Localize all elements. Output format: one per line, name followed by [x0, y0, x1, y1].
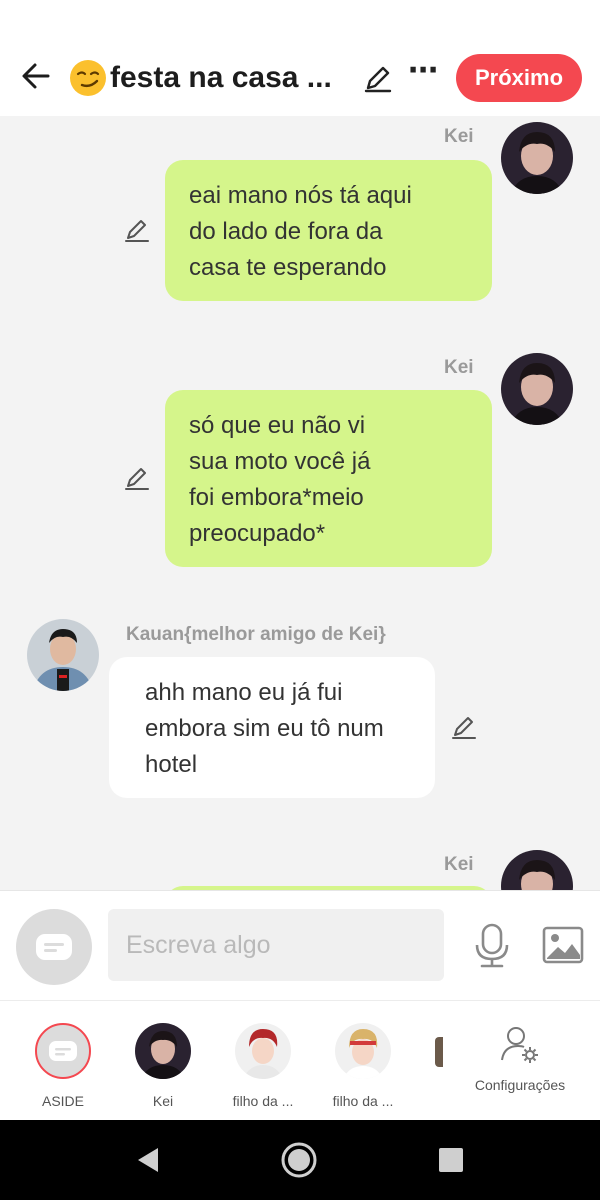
chat-title-text: festa na casa ...	[110, 61, 332, 94]
avatar	[135, 1023, 191, 1079]
message-bubble[interactable]: ahh mano eu já fui embora sim eu tô num …	[109, 657, 435, 798]
message-line: preocupado*	[189, 520, 326, 547]
chat-screen: festa na casa ... ⋯ Próximo Kei eai mano…	[0, 0, 600, 1200]
message-line: casa te esperando	[189, 254, 387, 281]
composer-bar	[0, 890, 600, 1000]
system-home-icon[interactable]	[280, 1141, 318, 1179]
bottom-nav: ASIDE Kei filho da ... filho da ... Conf…	[0, 1000, 600, 1120]
avatar[interactable]	[501, 850, 573, 890]
sender-name: Kei	[444, 357, 474, 378]
message-bubble[interactable]: eai mano nós tá aqui do lado de fora da …	[165, 160, 492, 301]
system-recents-icon[interactable]	[438, 1147, 464, 1173]
nav-item-settings[interactable]: Configurações	[470, 1025, 570, 1093]
sender-name: Kei	[444, 126, 474, 147]
message-line: sua moto você já	[189, 448, 371, 475]
back-arrow-icon[interactable]	[18, 58, 54, 94]
nav-item-character[interactable]: filho da ...	[213, 1023, 313, 1109]
nav-label: Kei	[152, 1093, 174, 1109]
nav-label: ASIDE	[41, 1093, 84, 1109]
partial-avatar	[435, 1037, 443, 1067]
image-icon[interactable]	[542, 925, 584, 965]
message-line: hotel	[145, 751, 198, 778]
chat-header: festa na casa ... ⋯ Próximo	[0, 40, 600, 116]
message-line: ahh mano eu já fui	[145, 679, 343, 706]
aside-button[interactable]	[16, 909, 92, 985]
edit-pencil-icon[interactable]	[362, 62, 394, 94]
status-bar	[0, 0, 600, 40]
avatar	[235, 1023, 291, 1079]
chat-bubble-icon	[49, 1041, 77, 1061]
avatar[interactable]	[27, 619, 99, 691]
system-nav-bar	[0, 1120, 600, 1200]
nav-item-aside[interactable]: ASIDE	[13, 1023, 113, 1109]
message-line: do lado de fora da	[189, 218, 383, 245]
avatar-image-icon	[335, 1023, 391, 1079]
next-button[interactable]: Próximo	[456, 54, 582, 102]
sender-name: Kei	[444, 854, 474, 875]
edit-message-pencil-icon[interactable]	[450, 713, 478, 741]
nav-item-character[interactable]: filho da ...	[313, 1023, 413, 1109]
message-line: só que eu não vi	[189, 412, 366, 439]
avatar	[335, 1023, 391, 1079]
avatar-image-icon	[501, 353, 573, 425]
more-options-icon[interactable]: ⋯	[408, 56, 438, 96]
avatar-image-icon	[27, 619, 99, 691]
avatar[interactable]	[501, 353, 573, 425]
message-line: eai mano nós tá aqui	[189, 182, 412, 209]
avatar-image-icon	[501, 850, 573, 890]
edit-message-pencil-icon[interactable]	[123, 464, 151, 492]
system-back-icon[interactable]	[134, 1146, 162, 1174]
aside-icon	[35, 1023, 91, 1079]
message-line: foi embora*meio	[189, 484, 364, 511]
message-bubble[interactable]: só que eu não vi sua moto você já foi em…	[165, 390, 492, 567]
avatar-image-icon	[235, 1023, 291, 1079]
message-input[interactable]	[108, 909, 444, 981]
chat-bubble-icon	[36, 934, 72, 960]
nav-label: filho da ...	[332, 1093, 394, 1109]
avatar[interactable]	[501, 122, 573, 194]
avatar-image-icon	[135, 1023, 191, 1079]
sender-name: Kauan{melhor amigo de Kei}	[126, 624, 386, 645]
nav-item-kei[interactable]: Kei	[113, 1023, 213, 1109]
smirk-emoji-icon	[70, 60, 106, 96]
user-settings-icon	[501, 1027, 538, 1063]
edit-message-pencil-icon[interactable]	[123, 216, 151, 244]
message-line: embora sim eu tô num	[145, 715, 384, 742]
chat-title[interactable]: festa na casa ...	[68, 58, 332, 98]
microphone-icon[interactable]	[474, 923, 510, 969]
nav-label: Configurações	[474, 1077, 566, 1093]
avatar-image-icon	[501, 122, 573, 194]
nav-label: filho da ...	[232, 1093, 294, 1109]
message-list[interactable]: Kei eai mano nós tá aqui do lado de fora…	[0, 116, 600, 890]
